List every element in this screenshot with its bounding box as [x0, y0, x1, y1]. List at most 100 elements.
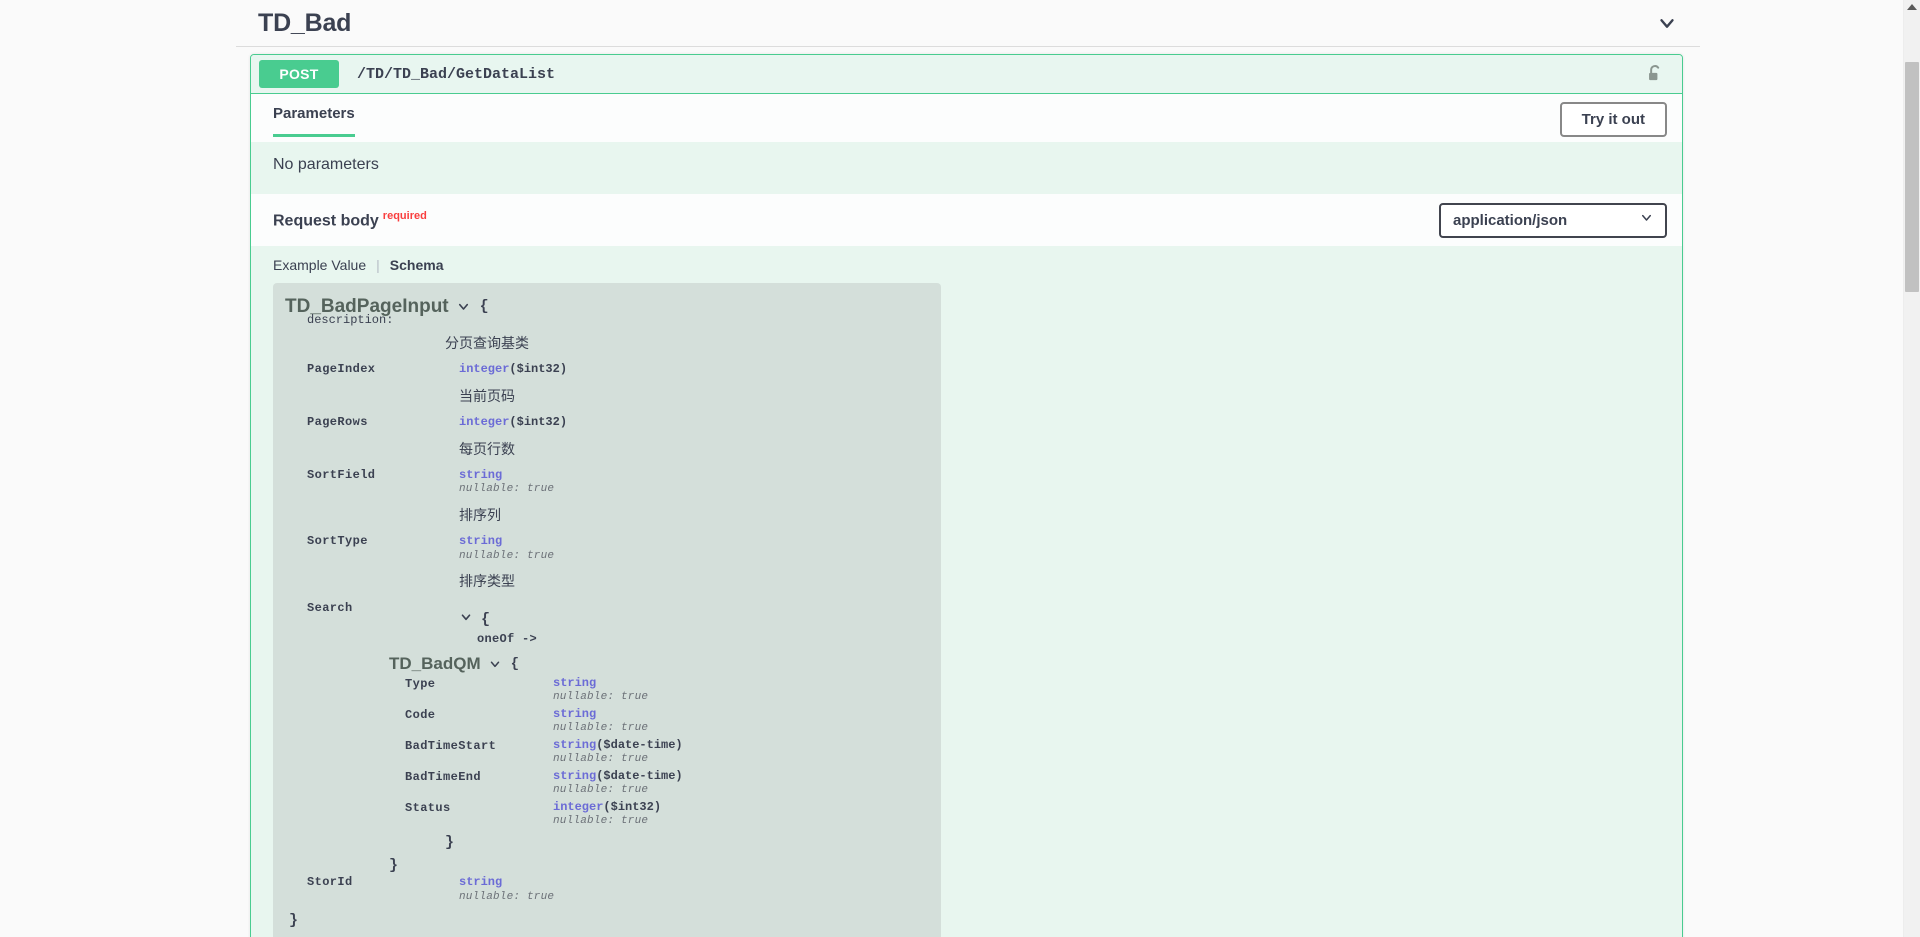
oneof-brace-row[interactable]: {: [459, 610, 537, 629]
nested-model-title-row[interactable]: TD_BadQM {: [389, 655, 925, 672]
property-type-format: ($int32): [603, 800, 662, 815]
required-badge: required: [382, 209, 427, 222]
nested-property-row: Status integer($int32) nullable: true: [389, 800, 925, 827]
property-type-format: ($int32): [509, 414, 568, 429]
property-type-format: ($int32): [509, 362, 568, 376]
tab-example-value[interactable]: Example Value: [273, 257, 376, 273]
property-name: PageIndex: [307, 362, 376, 376]
request-body-row: Request body required application/json: [251, 194, 1682, 246]
property-type: string: [459, 876, 554, 890]
content-type-select-wrapper: application/json: [1439, 202, 1667, 238]
unlocked-padlock-icon[interactable]: [1644, 63, 1670, 85]
property-type-base: string: [459, 875, 503, 890]
model-root-open-brace: {: [479, 298, 489, 315]
chevron-down-icon[interactable]: [456, 299, 471, 314]
nested-property-row: Code string nullable: true: [389, 707, 925, 734]
property-type: integer($int32): [459, 414, 568, 430]
oneof-container: { oneOf ->: [459, 601, 537, 646]
property-type: string($date-time): [553, 738, 683, 752]
property-type: string: [459, 534, 554, 549]
oneof-open-brace: {: [481, 611, 491, 629]
operation-body: Parameters Try it out No parameters Requ…: [251, 94, 1682, 937]
property-nullable: nullable: true: [459, 483, 555, 496]
operation-block: POST /TD/TD_Bad/GetDataList Parameters T…: [250, 54, 1683, 937]
property-nullable: nullable: true: [459, 891, 555, 904]
request-body-title: Request body: [273, 212, 379, 230]
oneof-close-brace: }: [389, 857, 399, 875]
property-type-base: integer: [553, 800, 604, 815]
chevron-down-icon[interactable]: [488, 657, 502, 671]
tag-section-header[interactable]: TD_Bad: [236, 0, 1700, 47]
parameters-empty-message: No parameters: [251, 142, 1682, 194]
nested-model: TD_BadQM { Type string nullable: true Co…: [389, 655, 925, 827]
property-name: Type: [405, 677, 436, 692]
nested-model-name: TD_BadQM: [389, 654, 481, 674]
property-type-base: string: [553, 738, 597, 753]
nested-property-row: BadTimeEnd string($date-time) nullable: …: [389, 769, 925, 796]
property-name: Code: [405, 708, 436, 723]
model-property-row: PageRows integer($int32): [285, 414, 925, 430]
browser-scrollbar[interactable]: [1903, 0, 1920, 937]
property-nullable: nullable: true: [553, 815, 649, 828]
tab-parameters[interactable]: Parameters: [273, 105, 355, 137]
model-property-row: SortField string nullable: true: [285, 467, 925, 496]
property-type-base: integer: [459, 362, 510, 376]
property-name: StorId: [307, 875, 353, 890]
property-name: Search: [307, 601, 353, 616]
property-name: SortField: [307, 467, 376, 482]
chevron-down-icon[interactable]: [459, 610, 473, 629]
property-nullable: nullable: true: [553, 784, 649, 797]
oneof-label: oneOf ->: [477, 632, 538, 647]
property-nullable: nullable: true: [553, 691, 649, 704]
operation-tabs-row: Parameters Try it out: [251, 94, 1682, 142]
property-type-base: string: [553, 676, 597, 691]
swagger-ui-page: TD_Bad POST /TD/TD_Bad/GetDataList Param…: [0, 0, 1920, 937]
property-type: string: [553, 676, 648, 690]
property-type-base: string: [459, 534, 503, 549]
property-type: integer($int32): [553, 800, 661, 814]
model-description-value: 分页查询基类: [445, 335, 529, 351]
model-property-row: StorId string nullable: true: [285, 875, 925, 904]
content-type-select[interactable]: application/json: [1439, 202, 1667, 238]
property-type: string($date-time): [553, 769, 683, 783]
schema-model-box: TD_BadPageInput { description: 分页查询基类 Pa…: [273, 283, 941, 937]
model-search-property: Search { oneOf ->: [285, 601, 925, 646]
body-view-tabs: Example Value | Schema: [273, 257, 1660, 283]
model-property-row: SortType string nullable: true: [285, 534, 925, 562]
property-type-format: ($date-time): [596, 738, 683, 753]
property-type: string: [553, 707, 648, 721]
try-it-out-button[interactable]: Try it out: [1559, 102, 1667, 137]
nested-model-open-brace: {: [510, 655, 520, 672]
nested-property-row: Type string nullable: true: [389, 676, 925, 703]
request-body-label: Request body required: [273, 210, 427, 230]
property-name: Status: [405, 801, 451, 816]
scrollbar-up-arrow-icon[interactable]: [1907, 4, 1917, 10]
operation-path: /TD/TD_Bad/GetDataList: [357, 65, 556, 83]
property-type-base: string: [459, 467, 503, 482]
property-nullable: nullable: true: [553, 722, 649, 735]
property-type-format: ($date-time): [596, 769, 683, 784]
model-property-row: PageIndex integer($int32): [285, 362, 925, 377]
property-description: 每页行数: [459, 440, 515, 457]
property-type-base: string: [553, 707, 597, 722]
property-nullable: nullable: true: [459, 549, 555, 562]
operation-summary[interactable]: POST /TD/TD_Bad/GetDataList: [251, 55, 1682, 94]
nested-model-close-brace: }: [445, 834, 455, 852]
property-description: 排序类型: [459, 573, 515, 590]
property-name: BadTimeStart: [405, 739, 497, 754]
tab-schema[interactable]: Schema: [390, 257, 454, 273]
scrollbar-thumb[interactable]: [1905, 62, 1919, 292]
property-name: SortType: [307, 534, 368, 549]
chevron-down-icon[interactable]: [1656, 12, 1678, 34]
model-root-close-brace: }: [289, 911, 299, 929]
property-type-base: integer: [459, 414, 510, 429]
property-type: string: [459, 467, 554, 483]
property-type: integer($int32): [459, 362, 568, 377]
content-wrapper: TD_Bad POST /TD/TD_Bad/GetDataList Param…: [236, 0, 1700, 937]
page-title: TD_Bad: [258, 8, 352, 37]
property-description: 排序列: [459, 507, 501, 524]
tab-separator: |: [376, 257, 380, 273]
property-nullable: nullable: true: [553, 753, 649, 766]
property-type-base: string: [553, 769, 597, 784]
http-method-badge: POST: [259, 60, 339, 88]
